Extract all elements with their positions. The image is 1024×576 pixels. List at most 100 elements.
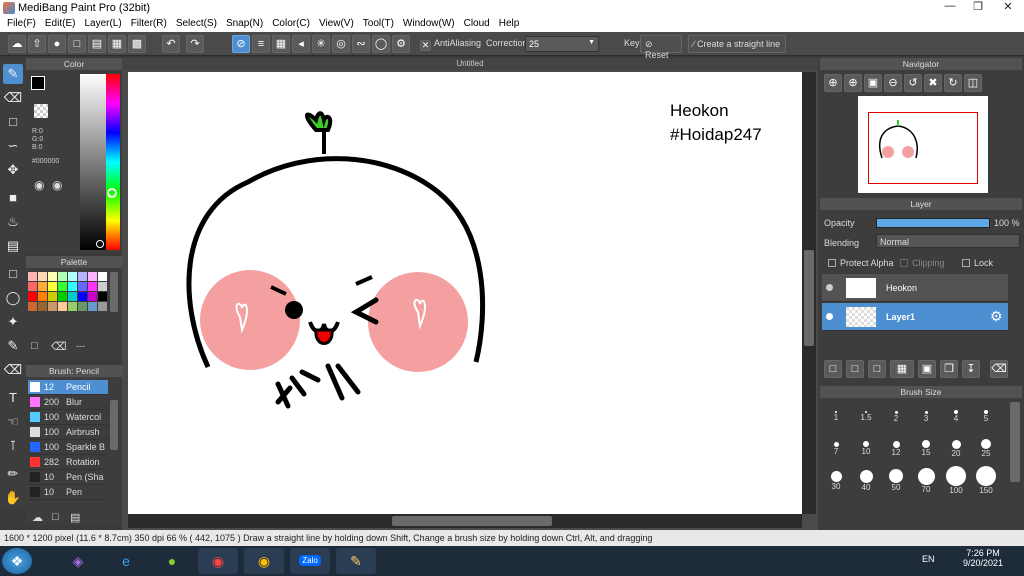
- bucket-tool-icon[interactable]: ♨: [3, 212, 23, 232]
- reset-button[interactable]: ⊘ Reset: [640, 35, 682, 60]
- brush-size-option[interactable]: 25: [972, 434, 1000, 464]
- move-tool-icon[interactable]: ✥: [3, 160, 23, 180]
- palette-swatch[interactable]: [88, 292, 97, 301]
- palette-swatch[interactable]: [98, 272, 107, 281]
- vertical-scrollbar[interactable]: [802, 72, 816, 514]
- delete-palette-icon[interactable]: ⌫: [51, 340, 67, 353]
- palette-swatch[interactable]: [48, 302, 57, 311]
- foreground-color-swatch[interactable]: [31, 76, 45, 90]
- divide-tool-icon[interactable]: ✏: [3, 464, 23, 484]
- chrome-icon[interactable]: ◉: [198, 548, 238, 574]
- brush-size-scrollbar[interactable]: [1010, 402, 1020, 528]
- palette-swatch[interactable]: [28, 272, 37, 281]
- navigator-preview[interactable]: [858, 96, 988, 193]
- brush-size-option[interactable]: 12: [882, 434, 910, 464]
- palette-swatch[interactable]: [68, 302, 77, 311]
- magic-wand-tool-icon[interactable]: ✦: [3, 312, 23, 332]
- new-palette-icon[interactable]: □: [31, 340, 38, 352]
- palette-swatch[interactable]: [98, 302, 107, 311]
- brush-item[interactable]: 100 Watercol: [28, 410, 108, 425]
- language-indicator[interactable]: EN: [922, 554, 935, 564]
- brush-size-option[interactable]: 1: [822, 402, 850, 432]
- rotate-right-icon[interactable]: ↻: [944, 74, 962, 92]
- new-1bit-layer-icon[interactable]: □: [868, 360, 886, 378]
- palette-swatch[interactable]: [38, 272, 47, 281]
- brush-menu-icon[interactable]: ▤: [70, 511, 80, 524]
- brush-item[interactable]: 200 Blur: [28, 395, 108, 410]
- palette-swatch[interactable]: [78, 302, 87, 311]
- radial-snap-icon[interactable]: ✳: [312, 35, 330, 53]
- lock-checkbox[interactable]: Lock: [962, 258, 993, 268]
- chrome-canary-icon[interactable]: ◉: [244, 548, 284, 574]
- palette-swatch[interactable]: [58, 292, 67, 301]
- rotate-left-icon[interactable]: ↺: [904, 74, 922, 92]
- protect-alpha-checkbox[interactable]: Protect Alpha: [828, 258, 894, 268]
- eye-icon[interactable]: [826, 313, 833, 320]
- menu-snap[interactable]: Snap(N): [223, 16, 269, 32]
- document-tab[interactable]: Untitled: [122, 58, 818, 70]
- select-pen-tool-icon[interactable]: ✎: [3, 336, 23, 356]
- palette-swatch[interactable]: [28, 292, 37, 301]
- menu-tool[interactable]: Tool(T): [360, 16, 400, 32]
- rect-fill-tool-icon[interactable]: ■: [3, 188, 23, 208]
- ellipse-snap-icon[interactable]: ◯: [372, 35, 390, 53]
- minimize-button[interactable]: —: [936, 0, 964, 14]
- cross-snap-icon[interactable]: ▦: [272, 35, 290, 53]
- straight-line-button[interactable]: ∕ Create a straight line: [688, 35, 786, 53]
- clock[interactable]: 7:26 PM 9/20/2021: [946, 548, 1020, 568]
- eye-icon[interactable]: [826, 284, 833, 291]
- palette-swatch[interactable]: [38, 292, 47, 301]
- brush-size-option[interactable]: 4: [942, 402, 970, 432]
- palette-swatch[interactable]: [68, 292, 77, 301]
- palette-picker-icon[interactable]: ◉: [34, 178, 44, 192]
- opacity-slider[interactable]: [876, 218, 990, 228]
- palette-swatch[interactable]: [48, 292, 57, 301]
- settings-icon[interactable]: ⚙: [392, 35, 410, 53]
- new-brush-icon[interactable]: □: [52, 511, 59, 523]
- layer-row-heokon[interactable]: Heokon: [822, 274, 1008, 302]
- palette-swatch[interactable]: [88, 302, 97, 311]
- restore-button[interactable]: ❐: [964, 0, 992, 14]
- lasso-tool-icon[interactable]: ◯: [3, 288, 23, 308]
- brush-item[interactable]: 10 Pen: [28, 485, 108, 500]
- operation-tool-icon[interactable]: ☜: [3, 412, 23, 432]
- coccoc-icon[interactable]: ●: [152, 548, 192, 574]
- brush-size-option[interactable]: 100: [942, 466, 970, 496]
- internet-explorer-icon[interactable]: e: [106, 548, 146, 574]
- brush-tool-icon[interactable]: ✎: [3, 64, 23, 84]
- palette-swatch[interactable]: [48, 282, 57, 291]
- flip-icon[interactable]: ◫: [964, 74, 982, 92]
- select-eraser-tool-icon[interactable]: ⌫: [3, 360, 23, 380]
- snap-off-icon[interactable]: ⊘: [232, 35, 250, 53]
- circle-snap-icon[interactable]: ◎: [332, 35, 350, 53]
- menu-color[interactable]: Color(C): [269, 16, 316, 32]
- brush-size-option[interactable]: 50: [882, 466, 910, 496]
- shade-handle[interactable]: [96, 240, 104, 248]
- palette-swatch[interactable]: [88, 282, 97, 291]
- palette-swatch[interactable]: [48, 272, 57, 281]
- redo-icon[interactable]: ↷: [186, 35, 204, 53]
- zoom-fit-icon[interactable]: ⊕: [824, 74, 842, 92]
- comment-icon[interactable]: ●: [48, 35, 66, 53]
- brush-size-option[interactable]: 3: [912, 402, 940, 432]
- cloud-icon[interactable]: ☁: [8, 35, 26, 53]
- palette-swatch[interactable]: [88, 272, 97, 281]
- add-layer-menu-icon[interactable]: ▦: [890, 360, 914, 378]
- palette-swatch[interactable]: [68, 282, 77, 291]
- close-window-button[interactable]: ✕: [994, 0, 1022, 14]
- color-shade-picker[interactable]: [80, 74, 106, 250]
- menu-select[interactable]: Select(S): [173, 16, 223, 32]
- brush-size-option[interactable]: 40: [852, 466, 880, 496]
- document-icon[interactable]: ▤: [88, 35, 106, 53]
- palette-swatch[interactable]: [58, 282, 67, 291]
- text-tool-icon[interactable]: T: [3, 388, 23, 408]
- menu-filter[interactable]: Filter(R): [128, 16, 173, 32]
- fit-window-icon[interactable]: ▣: [864, 74, 882, 92]
- layer-settings-icon[interactable]: ⚙: [990, 308, 1003, 325]
- brush-item[interactable]: 100 Airbrush: [28, 425, 108, 440]
- merge-layer-icon[interactable]: ↧: [962, 360, 980, 378]
- brush-size-option[interactable]: 70: [912, 466, 940, 496]
- palette-swatch[interactable]: [68, 272, 77, 281]
- dot-tool-icon[interactable]: □: [3, 112, 23, 132]
- blending-select[interactable]: Normal: [876, 234, 1020, 248]
